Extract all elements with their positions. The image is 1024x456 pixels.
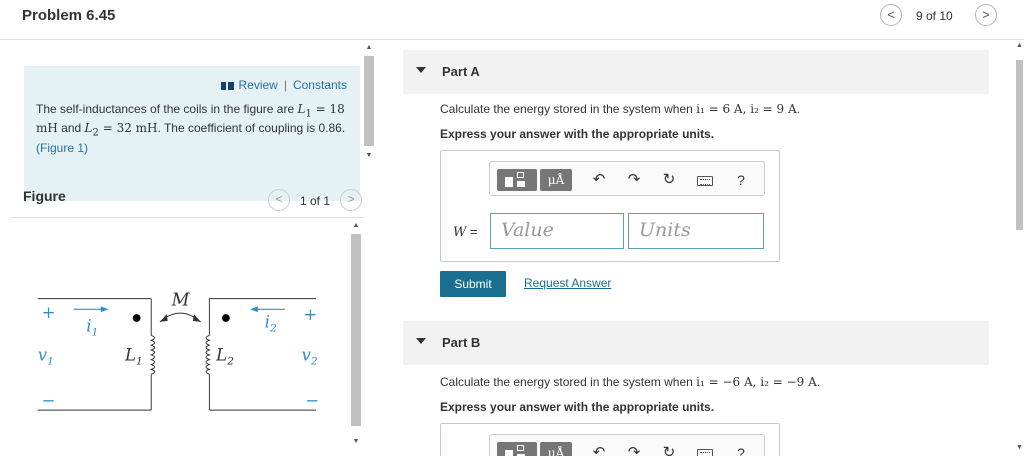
problem-intro-text: The self-inductances of the coils in the… (36, 102, 295, 116)
v2-label: v2 (302, 346, 318, 368)
coupling-text: . The coefficient of coupling is 0.86. (157, 121, 346, 136)
part-b-header[interactable]: Part B (403, 321, 989, 365)
page-scroll-down-icon[interactable]: ▼ (1015, 444, 1024, 452)
value-input[interactable]: Value (490, 213, 624, 249)
page-scroll-up-icon[interactable]: ▲ (1015, 42, 1024, 50)
keyboard-icon[interactable] (695, 442, 715, 456)
problem-count: 9 of 10 (916, 9, 953, 23)
undo-icon[interactable]: ↶ (589, 442, 609, 456)
review-links: Review | Constants (221, 78, 347, 92)
review-box: Review | Constants The self-inductances of… (24, 66, 360, 201)
part-b-answer-box: μÅ ↶ ↷ ↻ ? (440, 423, 780, 456)
math-toolbar: μÅ ↶ ↷ ↻ ? (489, 434, 765, 456)
book-icon (221, 81, 235, 90)
page-scrollbar[interactable]: ▲ ▼ (1015, 40, 1024, 456)
scrollbar-thumb[interactable] (364, 56, 374, 146)
parts-panel: Part A Calculate the energy stored in th… (403, 40, 1013, 456)
units-button[interactable]: μÅ (540, 442, 572, 456)
part-a-question: Calculate the energy stored in the syste… (440, 102, 801, 116)
page-scrollbar-thumb[interactable] (1016, 60, 1023, 230)
part-a-header[interactable]: Part A (403, 50, 989, 94)
figure-count: 1 of 1 (300, 194, 331, 208)
next-problem-button[interactable]: > (975, 4, 997, 26)
help-button[interactable]: ? (731, 442, 751, 456)
v1-label: v1 (38, 346, 54, 368)
part-b-question: Calculate the energy stored in the syste… (440, 375, 821, 389)
templates-icon[interactable] (497, 169, 537, 191)
coil-l2-label: L2 (215, 346, 234, 368)
figure-scrollbar-thumb[interactable] (351, 234, 361, 426)
constants-link[interactable]: Constants (293, 78, 347, 92)
plus-right-label: + (303, 305, 317, 324)
coupled-coils-circuit: + i1 M i2 + v1 L1 L2 v2 − − (37, 290, 319, 411)
figure-divider (10, 217, 365, 218)
header-bar: Problem 6.45 < 9 of 10 > (0, 0, 1024, 40)
math-toolbar: μÅ ↶ ↷ ↻ ? (489, 161, 765, 196)
m-label: M (171, 290, 191, 310)
request-answer-link[interactable]: Request Answer (524, 276, 611, 290)
collapse-caret-icon[interactable] (416, 338, 426, 344)
problem-statement: The self-inductances of the coils in the… (36, 102, 346, 155)
part-a-instruction: Express your answer with the appropriate… (440, 127, 715, 141)
undo-icon[interactable]: ↶ (589, 169, 609, 191)
reset-icon[interactable]: ↻ (659, 169, 679, 191)
link-separator: | (283, 78, 287, 92)
figure-scroll-up-icon[interactable]: ▲ (350, 222, 362, 230)
i2-label: i2 (265, 313, 277, 335)
i1-label: i1 (86, 317, 98, 339)
coil-l1-label: L1 (124, 346, 143, 368)
review-scrollbar[interactable]: ▲ ▼ (363, 44, 375, 164)
figure-scroll-down-icon[interactable]: ▼ (350, 438, 362, 446)
reset-icon[interactable]: ↻ (659, 442, 679, 456)
units-button[interactable]: μÅ (540, 169, 572, 191)
figure-scrollbar[interactable]: ▲ ▼ (350, 220, 362, 450)
figure-heading: Figure (23, 188, 66, 204)
problem-title: Problem 6.45 (22, 7, 116, 24)
figure-next-button[interactable]: > (340, 189, 362, 211)
part-a-answer-box: μÅ ↶ ↷ ↻ ? W = Value Units (440, 150, 780, 262)
minus-right-label: − (305, 391, 319, 410)
templates-icon[interactable] (497, 442, 537, 456)
keyboard-icon[interactable] (695, 169, 715, 191)
minus-left-label: − (42, 391, 56, 410)
scroll-up-icon[interactable]: ▲ (363, 44, 375, 52)
part-a-title: Part A (442, 64, 480, 79)
part-b-title: Part B (442, 335, 481, 350)
l2-math: L2 = 32 mH (84, 121, 158, 139)
submit-button[interactable]: Submit (440, 271, 506, 297)
figure-1-link[interactable]: (Figure 1) (36, 141, 88, 155)
redo-icon[interactable]: ↷ (624, 442, 644, 456)
scroll-down-icon[interactable]: ▼ (363, 152, 375, 160)
and-text: and (57, 121, 85, 136)
plus-left-label: + (42, 303, 56, 322)
part-b-instruction: Express your answer with the appropriate… (440, 400, 715, 414)
figure-prev-button[interactable]: < (268, 189, 290, 211)
w-variable-label: W = (453, 224, 478, 240)
collapse-caret-icon[interactable] (416, 67, 426, 73)
redo-icon[interactable]: ↷ (624, 169, 644, 191)
units-input[interactable]: Units (628, 213, 764, 249)
help-button[interactable]: ? (731, 169, 751, 191)
previous-problem-button[interactable]: < (880, 4, 902, 26)
review-link[interactable]: Review (238, 78, 277, 92)
